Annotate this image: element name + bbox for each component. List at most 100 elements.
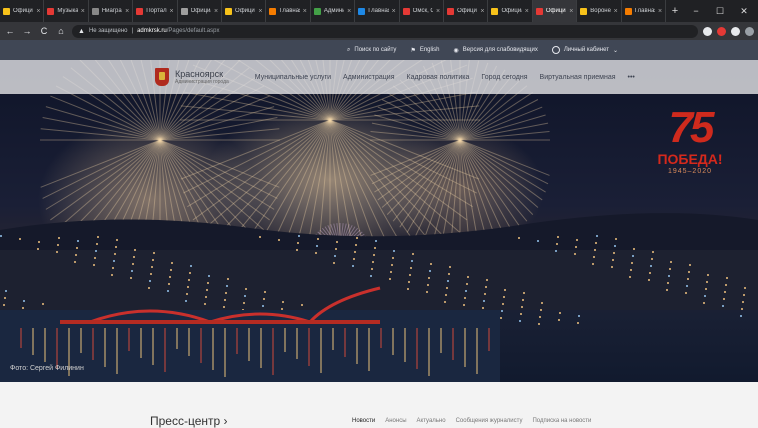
menu-item-administration[interactable]: Администрация	[343, 74, 394, 81]
favicon-icon	[447, 7, 455, 15]
victory-number: 75	[668, 103, 715, 152]
extension-icon[interactable]	[703, 26, 712, 36]
address-bar[interactable]: ▲ Не защищено | admkrsk.ru/Pages/default…	[72, 24, 698, 38]
press-tab-announcements[interactable]: Анонсы	[385, 418, 406, 424]
browser-tab[interactable]: Музыка ×	[44, 0, 89, 22]
eye-icon: ◉	[453, 47, 459, 54]
browser-tab[interactable]: Официал×	[222, 0, 267, 22]
press-tab-news[interactable]: Новости	[352, 418, 375, 424]
close-tab-icon[interactable]: ×	[392, 8, 396, 15]
site-utility-bar: ⌕ Поиск по сайту ⚑ English ◉ Версия для …	[0, 40, 758, 60]
browser-tab[interactable]: Воронеж×	[577, 0, 622, 22]
maximize-button[interactable]: ☐	[708, 0, 732, 22]
english-link[interactable]: ⚑ English	[410, 47, 439, 54]
tab-label: Портал	[146, 8, 167, 14]
browser-tab[interactable]: Официал×	[0, 0, 45, 22]
back-button[interactable]: ←	[4, 26, 16, 36]
close-tab-icon[interactable]: ×	[170, 8, 174, 15]
favicon-icon	[225, 7, 233, 15]
favicon-icon	[47, 7, 55, 15]
victory-word: ПОБЕДА!	[657, 151, 723, 167]
favicon-icon	[402, 7, 410, 15]
close-tab-icon[interactable]: ×	[214, 8, 218, 15]
favicon-icon	[3, 7, 10, 15]
press-tabs: Новости Анонсы Актуально Сообщения журна…	[352, 418, 591, 424]
chevron-right-icon: ›	[223, 414, 228, 428]
menu-item-hr-policy[interactable]: Кадровая политика	[407, 74, 470, 81]
close-tab-icon[interactable]: ×	[303, 8, 307, 15]
close-window-button[interactable]: ✕	[732, 0, 756, 22]
favicon-icon	[624, 7, 632, 15]
coat-of-arms-icon	[155, 68, 169, 86]
browser-tab[interactable]: Официал×	[178, 0, 223, 22]
close-tab-icon[interactable]: ×	[125, 8, 129, 15]
menu-item-services[interactable]: Муниципальные услуги	[255, 74, 331, 81]
close-tab-icon[interactable]: ×	[525, 8, 529, 15]
menu-item-city-today[interactable]: Город сегодня	[481, 74, 527, 81]
security-label: Не защищено	[88, 28, 128, 34]
extension-icon[interactable]	[717, 26, 726, 36]
low-vision-link[interactable]: ◉ Версия для слабовидящих	[454, 47, 538, 54]
browser-tab-strip: Официал×Музыка×Ниаграф×Портал×Официал×Оф…	[0, 0, 758, 22]
bridge-deck	[60, 320, 380, 324]
site-search-link[interactable]: ⌕ Поиск по сайту	[347, 47, 396, 54]
tab-label: Официал	[190, 8, 211, 14]
main-menu: Муниципальные услуги Администрация Кадро…	[255, 74, 635, 81]
close-tab-icon[interactable]: ×	[36, 8, 40, 15]
browser-tab[interactable]: Официал×	[488, 0, 533, 22]
tab-label: Главная	[634, 8, 655, 14]
close-tab-icon[interactable]: ×	[258, 8, 262, 15]
close-tab-icon[interactable]: ×	[436, 8, 440, 15]
press-tab-subscribe[interactable]: Подписка на новости	[532, 418, 591, 424]
account-link[interactable]: Личный кабинет ⌄	[551, 46, 618, 54]
minimize-button[interactable]: −	[684, 0, 708, 22]
browser-tab[interactable]: Главная×	[622, 0, 666, 22]
close-tab-icon[interactable]: ×	[81, 8, 85, 15]
extension-icon[interactable]	[745, 26, 754, 36]
browser-tab[interactable]: Админис×	[311, 0, 356, 22]
site-logo[interactable]: Красноярск Администрация города	[155, 68, 229, 86]
window-controls: − ☐ ✕	[684, 0, 758, 22]
tab-label: Официал	[545, 8, 566, 14]
site-header: Красноярск Администрация города Муниципа…	[0, 60, 758, 94]
press-center-title[interactable]: Пресс-центр ›	[150, 414, 228, 428]
browser-tab[interactable]: Главная×	[266, 0, 311, 22]
photo-credit: Фото: Сергей Филинин	[10, 365, 84, 372]
new-tab-button[interactable]: +	[666, 0, 684, 22]
logo-city: Красноярск	[175, 68, 224, 79]
close-tab-icon[interactable]: ×	[480, 8, 484, 15]
tab-label: Воронеж	[590, 8, 611, 14]
logo-text: Красноярск Администрация города	[175, 69, 229, 86]
close-tab-icon[interactable]: ×	[614, 8, 618, 15]
press-tab-actual[interactable]: Актуально	[417, 418, 446, 424]
browser-tab[interactable]: Портал ×	[133, 0, 178, 22]
warning-icon[interactable]: ▲	[78, 28, 85, 35]
flag-icon: ⚑	[410, 47, 416, 54]
chevron-down-icon: ⌄	[612, 47, 618, 54]
browser-tab[interactable]: Главная×	[355, 0, 400, 22]
victory-years: 1945–2020	[667, 168, 713, 175]
browser-tab[interactable]: Официал×	[444, 0, 489, 22]
close-tab-icon[interactable]: ×	[347, 8, 351, 15]
tab-list: Официал×Музыка×Ниаграф×Портал×Официал×Оф…	[0, 0, 666, 22]
tab-label: Официал	[13, 8, 33, 14]
account-label: Личный кабинет	[563, 47, 609, 53]
extensions-area	[703, 26, 754, 36]
browser-tab[interactable]: Омск, О ×	[400, 0, 445, 22]
logo-subtitle: Администрация города	[175, 78, 229, 85]
extension-icon[interactable]	[731, 26, 740, 36]
browser-tab[interactable]: Официал×	[532, 0, 578, 22]
press-tab-journalist[interactable]: Сообщения журналисту	[456, 418, 523, 424]
menu-more-button[interactable]: •••	[628, 74, 635, 81]
tab-label: Главная	[279, 8, 300, 14]
reload-button[interactable]: C	[38, 26, 50, 36]
english-label: English	[419, 47, 440, 53]
tab-label: Официал	[501, 8, 522, 14]
close-tab-icon[interactable]: ×	[569, 8, 573, 15]
menu-item-virtual-reception[interactable]: Виртуальная приемная	[540, 74, 616, 81]
press-center-label: Пресс-центр	[150, 414, 221, 428]
browser-tab[interactable]: Ниаграф×	[89, 0, 134, 22]
forward-button[interactable]: →	[21, 26, 33, 36]
home-button[interactable]: ⌂	[55, 26, 67, 36]
close-tab-icon[interactable]: ×	[658, 8, 662, 15]
